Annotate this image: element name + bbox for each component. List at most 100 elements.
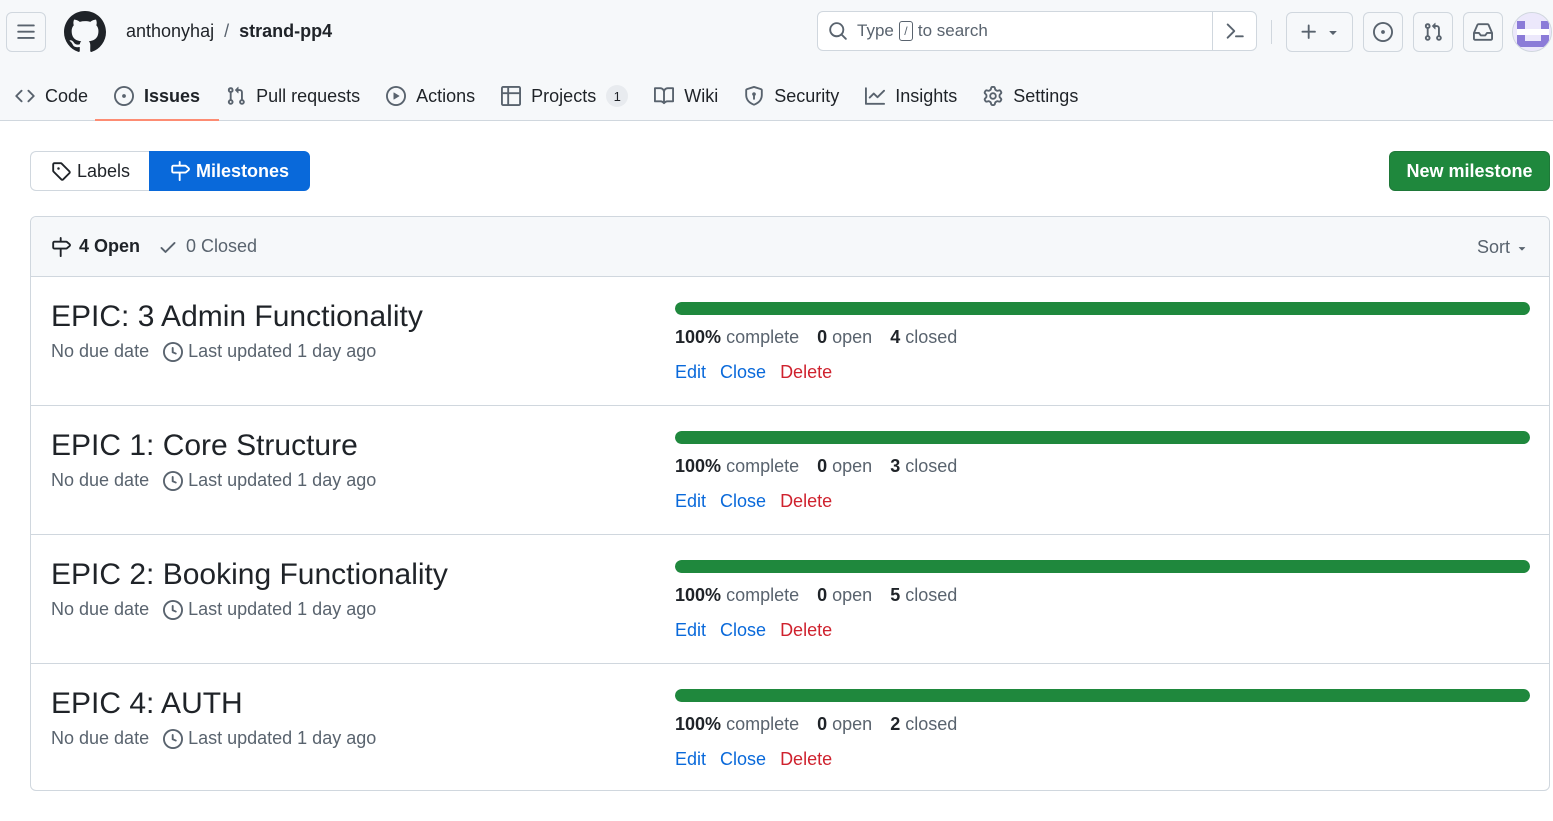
milestones-list: 4 Open 0 Closed Sort EPIC: 3 Admin Funct… xyxy=(30,216,1550,791)
delete-link[interactable]: Delete xyxy=(780,362,832,383)
repo-owner-link[interactable]: anthonyhaj xyxy=(126,21,214,42)
terminal-icon xyxy=(1226,23,1244,39)
close-link[interactable]: Close xyxy=(720,749,766,770)
labels-link[interactable]: Labels xyxy=(30,151,150,191)
tab-wiki-label: Wiki xyxy=(684,85,719,106)
closed-count-value: 5 xyxy=(890,585,901,605)
command-palette-button[interactable] xyxy=(1212,12,1256,50)
open-count-value: 0 xyxy=(817,327,828,347)
milestone-updated-label: Last updated 1 day ago xyxy=(188,470,377,490)
milestone-stats: 100% complete 0 open 5 closed xyxy=(675,585,957,606)
milestone-updated: Last updated 1 day ago xyxy=(163,341,376,362)
tab-wiki[interactable]: Wiki xyxy=(643,76,729,116)
milestone-title[interactable]: EPIC 2: Booking Functionality xyxy=(51,558,448,592)
milestone-actions: Edit Close Delete xyxy=(675,620,832,641)
hamburger-icon xyxy=(17,24,35,39)
edit-link[interactable]: Edit xyxy=(675,491,706,512)
close-link[interactable]: Close xyxy=(720,620,766,641)
user-avatar[interactable] xyxy=(1512,12,1552,52)
search-placeholder: Type / to search xyxy=(857,21,988,41)
tab-issues-label: Issues xyxy=(144,85,201,106)
closed-issues-count[interactable]: 2 closed xyxy=(890,714,957,735)
milestones-list-header: 4 Open 0 Closed Sort xyxy=(31,217,1549,277)
tag-icon xyxy=(52,162,71,181)
search-shortcut-key: / xyxy=(898,21,913,41)
percent-complete: 100% complete xyxy=(675,714,799,735)
tab-pull-requests-label: Pull requests xyxy=(256,85,361,106)
tab-projects-label: Projects xyxy=(531,85,597,106)
inbox-button[interactable] xyxy=(1463,12,1503,52)
pull-requests-button[interactable] xyxy=(1413,12,1453,52)
clock-icon xyxy=(163,599,184,620)
menu-button[interactable] xyxy=(6,12,46,52)
play-icon xyxy=(386,86,407,106)
open-milestones-label: 4 Open xyxy=(79,236,141,256)
edit-link[interactable]: Edit xyxy=(675,620,706,641)
tab-pull-requests[interactable]: Pull requests xyxy=(215,76,371,116)
search-input[interactable]: Type / to search xyxy=(817,11,1257,51)
milestone-progress-bar xyxy=(675,689,1530,702)
closed-issues-count[interactable]: 5 closed xyxy=(890,585,957,606)
closed-label: closed xyxy=(905,585,958,605)
open-issues-count[interactable]: 0 open xyxy=(817,714,872,735)
sort-dropdown[interactable]: Sort xyxy=(1477,237,1529,258)
issue-opened-icon xyxy=(114,86,135,106)
open-issues-count[interactable]: 0 open xyxy=(817,327,872,348)
milestone-progress-bar xyxy=(675,560,1530,573)
header-divider xyxy=(1271,20,1272,44)
triangle-down-icon xyxy=(1328,31,1337,35)
complete-label: complete xyxy=(726,456,800,476)
closed-issues-count[interactable]: 4 closed xyxy=(890,327,957,348)
percent-complete: 100% complete xyxy=(675,585,799,606)
open-issues-count[interactable]: 0 open xyxy=(817,585,872,606)
close-link[interactable]: Close xyxy=(720,491,766,512)
open-milestones-filter[interactable]: 4 Open xyxy=(51,236,140,257)
delete-link[interactable]: Delete xyxy=(780,749,832,770)
milestone-updated: Last updated 1 day ago xyxy=(163,599,376,620)
open-count-value: 0 xyxy=(817,585,828,605)
complete-label: complete xyxy=(726,585,800,605)
milestone-stats: 100% complete 0 open 4 closed xyxy=(675,327,957,348)
edit-link[interactable]: Edit xyxy=(675,749,706,770)
closed-count-value: 4 xyxy=(890,327,901,347)
tab-issues[interactable]: Issues xyxy=(95,76,220,121)
closed-milestones-filter[interactable]: 0 Closed xyxy=(158,236,257,257)
milestone-row: EPIC 2: Booking Functionality No due dat… xyxy=(31,535,1549,664)
tab-insights[interactable]: Insights xyxy=(854,76,968,116)
delete-link[interactable]: Delete xyxy=(780,491,832,512)
close-link[interactable]: Close xyxy=(720,362,766,383)
delete-link[interactable]: Delete xyxy=(780,620,832,641)
edit-link[interactable]: Edit xyxy=(675,362,706,383)
open-label: open xyxy=(832,714,873,734)
issues-button[interactable] xyxy=(1363,12,1403,52)
milestone-title[interactable]: EPIC 4: AUTH xyxy=(51,687,243,721)
milestone-due-date: No due date xyxy=(51,341,150,361)
tab-actions[interactable]: Actions xyxy=(375,76,486,116)
milestones-link[interactable]: Milestones xyxy=(149,151,311,191)
milestone-title[interactable]: EPIC 1: Core Structure xyxy=(51,429,358,463)
new-milestone-button[interactable]: New milestone xyxy=(1389,151,1550,191)
github-logo-icon[interactable] xyxy=(63,11,106,53)
search-placeholder-post: to search xyxy=(917,21,988,40)
tab-security-label: Security xyxy=(774,85,840,106)
open-count-value: 0 xyxy=(817,456,828,476)
tab-code[interactable]: Code xyxy=(15,76,99,116)
milestone-title[interactable]: EPIC: 3 Admin Functionality xyxy=(51,300,423,334)
tab-projects[interactable]: Projects 1 xyxy=(490,76,639,116)
closed-issues-count[interactable]: 3 closed xyxy=(890,456,957,477)
milestone-updated: Last updated 1 day ago xyxy=(163,470,376,491)
percent-complete: 100% complete xyxy=(675,327,799,348)
milestone-row: EPIC 1: Core Structure No due date Last … xyxy=(31,406,1549,535)
closed-count-value: 3 xyxy=(890,456,901,476)
repo-name-link[interactable]: strand-pp4 xyxy=(239,21,332,42)
clock-icon xyxy=(163,341,184,362)
percent-value: 100% xyxy=(675,456,722,476)
app-header: anthonyhaj / strand-pp4 Type / to search xyxy=(0,0,1553,121)
open-issues-count[interactable]: 0 open xyxy=(817,456,872,477)
milestones-link-label: Milestones xyxy=(196,160,290,181)
tab-settings[interactable]: Settings xyxy=(972,76,1089,116)
create-new-button[interactable] xyxy=(1286,12,1353,52)
tab-security[interactable]: Security xyxy=(733,76,850,116)
issue-opened-icon xyxy=(1373,22,1393,42)
milestone-meta: No due date Last updated 1 day ago xyxy=(51,341,376,362)
